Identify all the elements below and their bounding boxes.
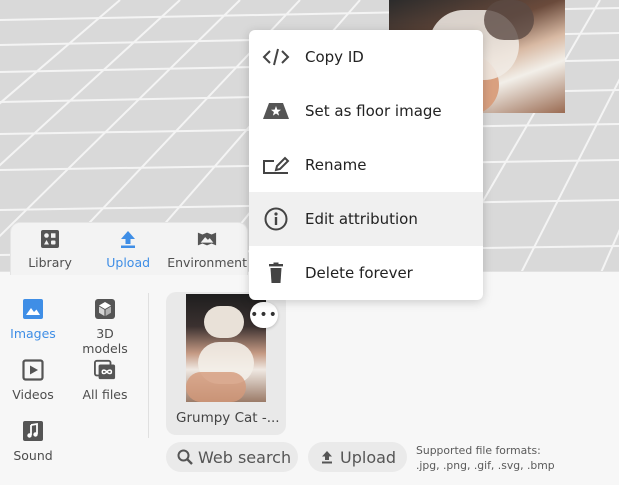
tab-environment[interactable]: Environment	[167, 223, 247, 275]
asset-context-menu: Copy ID Set as floor image Rename Edit a…	[249, 30, 483, 300]
menu-item-set-floor-image[interactable]: Set as floor image	[249, 84, 483, 138]
menu-item-label: Set as floor image	[305, 102, 442, 120]
menu-item-rename[interactable]: Rename	[249, 138, 483, 192]
floor-image-icon	[263, 103, 289, 119]
panel-tabs: Library Upload Environment	[10, 222, 248, 275]
category-sound[interactable]: Sound	[0, 420, 66, 463]
menu-item-label: Edit attribution	[305, 210, 418, 228]
asset-name: Grumpy Cat -...	[176, 410, 280, 426]
category-label: 3D models	[82, 326, 128, 356]
cube-icon	[95, 299, 115, 319]
upload-icon	[322, 451, 332, 464]
music-icon	[23, 421, 43, 441]
category-label: Videos	[12, 387, 54, 402]
menu-item-delete-forever[interactable]: Delete forever	[249, 246, 483, 300]
search-icon	[177, 449, 193, 465]
code-icon	[262, 48, 290, 66]
formats-list: .jpg, .png, .gif, .svg, .bmp	[416, 459, 555, 472]
more-icon: •••	[250, 307, 278, 323]
supported-formats: Supported file formats: .jpg, .png, .gif…	[416, 443, 555, 473]
infinity-icon	[94, 359, 116, 380]
tab-label: Library	[28, 255, 72, 270]
rename-icon	[263, 156, 290, 174]
tab-label: Environment	[167, 255, 248, 270]
formats-title: Supported file formats:	[416, 444, 541, 457]
menu-item-label: Rename	[305, 156, 367, 174]
tab-upload[interactable]: Upload	[89, 223, 167, 275]
category-label: Sound	[13, 448, 53, 463]
web-search-button[interactable]: Web search	[166, 442, 298, 472]
category-3d-models[interactable]: 3D models	[72, 298, 138, 356]
image-icon	[23, 299, 43, 319]
environment-icon	[198, 232, 217, 246]
menu-item-edit-attribution[interactable]: Edit attribution	[249, 192, 483, 246]
asset-more-button[interactable]: •••	[250, 302, 278, 328]
menu-item-label: Delete forever	[305, 264, 413, 282]
panel-divider	[148, 293, 149, 438]
category-videos[interactable]: Videos	[0, 359, 66, 402]
category-all-files[interactable]: All files	[72, 359, 138, 402]
category-label: All files	[82, 387, 128, 402]
upload-icon	[121, 231, 136, 248]
tab-label: Upload	[106, 255, 151, 270]
web-search-label: Web search	[198, 447, 292, 467]
trash-icon	[269, 262, 283, 283]
video-icon	[22, 359, 44, 381]
info-icon	[264, 207, 288, 231]
library-icon	[41, 230, 60, 248]
category-label: Images	[10, 326, 56, 341]
upload-button[interactable]: Upload	[308, 442, 407, 472]
upload-label: Upload	[340, 447, 397, 467]
menu-item-copy-id[interactable]: Copy ID	[249, 30, 483, 84]
menu-item-label: Copy ID	[305, 48, 364, 66]
tab-library[interactable]: Library	[11, 223, 89, 275]
category-images[interactable]: Images	[0, 298, 66, 341]
